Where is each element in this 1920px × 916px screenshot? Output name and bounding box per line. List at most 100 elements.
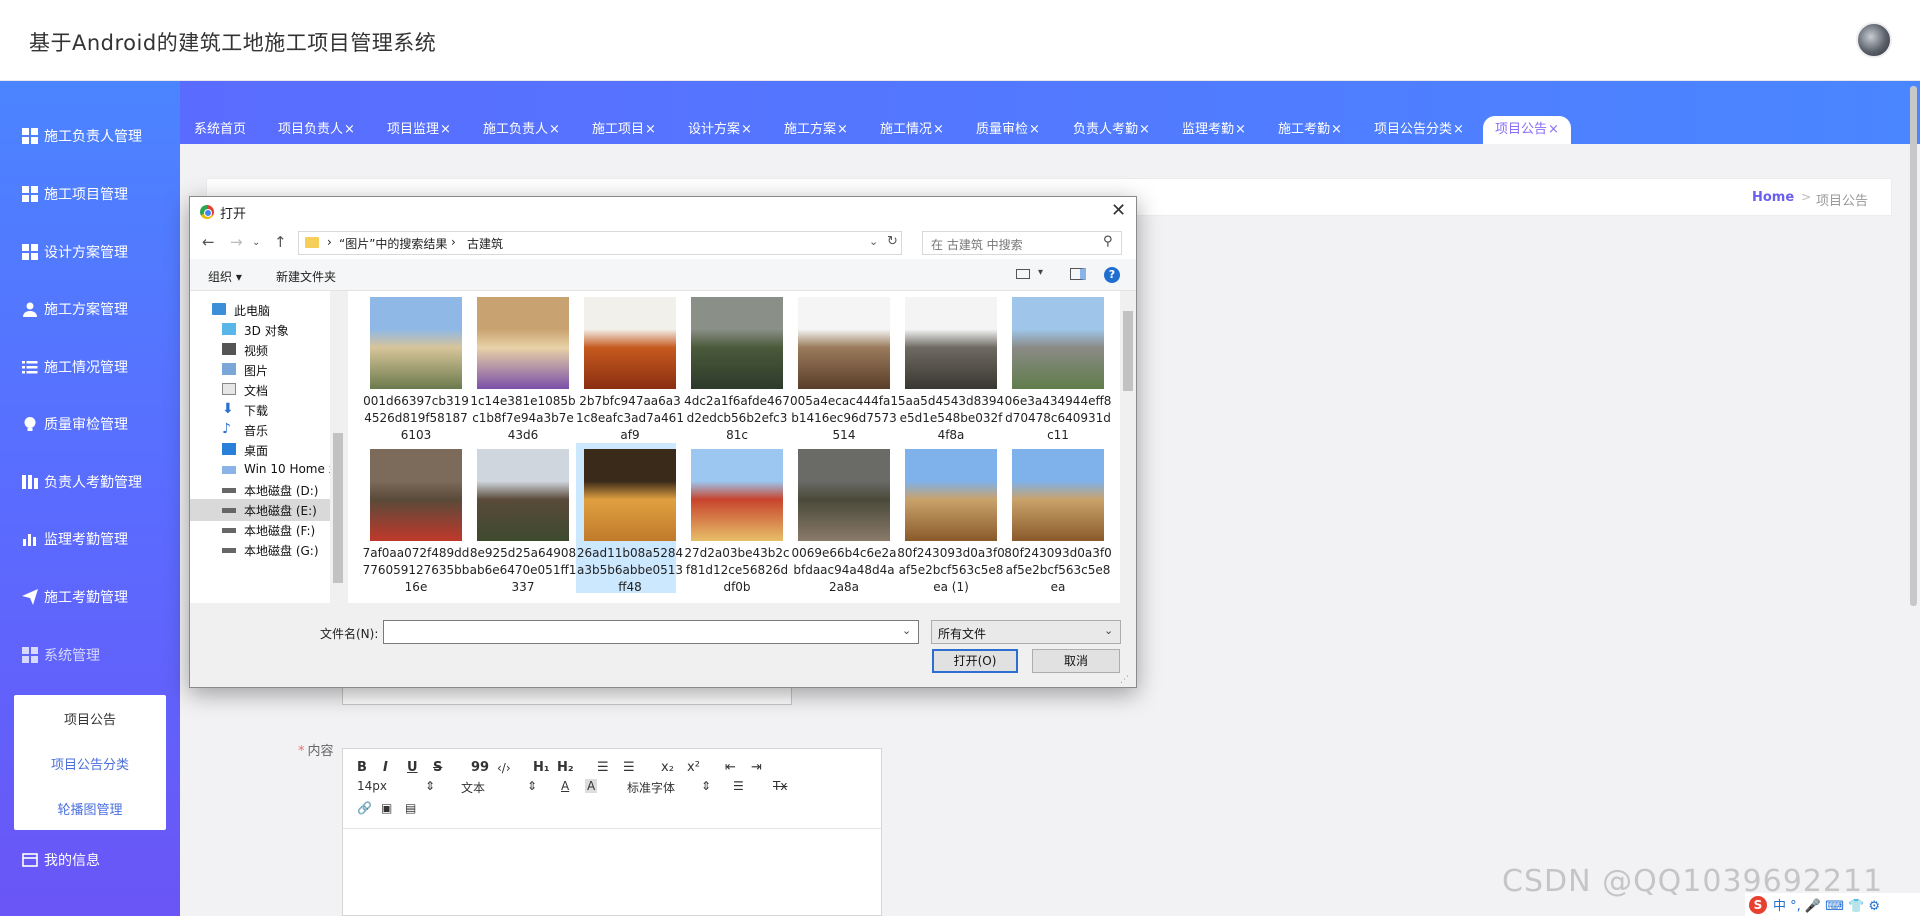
tab-construction-project[interactable]: 施工项目× xyxy=(592,116,656,144)
close-icon[interactable]: × xyxy=(1029,122,1040,137)
tree-item-drive-g[interactable]: 本地磁盘 (G:) xyxy=(190,539,346,561)
strike-button[interactable]: S xyxy=(433,760,442,775)
submenu-item-notice-category[interactable]: 项目公告分类 xyxy=(14,754,166,773)
sidebar-item-my-info[interactable]: 我的信息 xyxy=(22,848,100,872)
close-icon[interactable]: × xyxy=(837,122,848,137)
outdent-button[interactable]: ⇤ xyxy=(725,760,736,775)
file-item[interactable]: 1c14e381e1085bc1b8f7e94a3b7e43d6 xyxy=(469,291,576,442)
italic-button[interactable]: I xyxy=(383,760,388,775)
clear-format-button[interactable]: Tx xyxy=(773,779,787,793)
close-icon[interactable]: × xyxy=(1548,122,1559,137)
sidebar-item-supervisor-attendance[interactable]: 监理考勤管理 xyxy=(22,527,128,551)
tab-quality-inspection[interactable]: 质量审检× xyxy=(976,116,1040,144)
file-item[interactable]: 8e925d25a64908ab6e6470e051ff1337 xyxy=(469,443,576,594)
file-item[interactable]: 4dc2a1f6afde467d2edcb56b2efc381c xyxy=(683,291,790,442)
sidebar-item-construction-plan[interactable]: 施工方案管理 xyxy=(22,297,128,321)
submenu-item-carousel[interactable]: 轮播图管理 xyxy=(14,799,166,818)
tree-item-music[interactable]: ♪ 音乐 xyxy=(190,419,346,441)
scrollbar-thumb[interactable] xyxy=(1123,311,1133,391)
cancel-button[interactable]: 取消 xyxy=(1032,649,1120,673)
submenu-item-project-notice[interactable]: 项目公告 xyxy=(14,709,166,728)
rich-text-editor[interactable]: B I U S 99 ‹/› H₁ H₂ ☰ ☰ x₂ x² ⇤ ⇥ 14px … xyxy=(342,748,882,916)
organize-menu[interactable]: 组织 ▾ xyxy=(208,268,242,285)
sogou-icon[interactable]: S xyxy=(1749,895,1767,914)
preview-pane-icon[interactable] xyxy=(1070,268,1086,280)
tree-item-drive-e[interactable]: 本地磁盘 (E:) xyxy=(190,499,346,521)
resize-grip-icon[interactable]: ⋰ xyxy=(1120,675,1129,685)
tree-item-pictures[interactable]: 图片 xyxy=(190,359,346,381)
close-icon[interactable]: × xyxy=(1139,122,1150,137)
sidebar-item-manager-attendance[interactable]: 负责人考勤管理 xyxy=(22,470,142,494)
tree-scrollbar[interactable] xyxy=(330,291,346,603)
tree-item-drive-f[interactable]: 本地磁盘 (F:) xyxy=(190,519,346,541)
sidebar-item-design-plan[interactable]: 设计方案管理 xyxy=(22,240,128,264)
background-color-icon[interactable]: A xyxy=(585,779,598,793)
ordered-list-button[interactable]: ☰ xyxy=(597,760,609,775)
video-icon[interactable]: ▤ xyxy=(405,801,416,815)
file-item[interactable]: 06e3a434944eff8d70478c640931dc11 xyxy=(1004,291,1111,442)
close-icon[interactable]: × xyxy=(1235,122,1246,137)
search-box[interactable]: 在 古建筑 中搜索 ⚲ xyxy=(922,231,1122,255)
close-icon[interactable]: × xyxy=(645,122,656,137)
file-item[interactable]: 27d2a03be43b2cf81d12ce56826ddf0b xyxy=(683,443,790,594)
tab-home[interactable]: 系统首页 xyxy=(194,116,246,144)
indent-button[interactable]: ⇥ xyxy=(751,760,762,775)
close-icon[interactable]: × xyxy=(344,122,355,137)
tab-construction-attendance[interactable]: 施工考勤× xyxy=(1278,116,1342,144)
sidebar-item-quality-inspection[interactable]: 质量审检管理 xyxy=(22,412,128,436)
file-list-scrollbar[interactable] xyxy=(1120,291,1136,603)
tree-item-videos[interactable]: 视频 xyxy=(190,339,346,361)
tab-project-notice[interactable]: 项目公告× xyxy=(1483,116,1571,144)
close-icon[interactable]: × xyxy=(549,122,560,137)
close-icon[interactable]: × xyxy=(440,122,451,137)
link-icon[interactable]: 🔗 xyxy=(357,801,372,815)
sidebar-item-construction-attendance[interactable]: 施工考勤管理 xyxy=(22,585,128,609)
view-options-icon[interactable] xyxy=(1016,269,1030,279)
open-button[interactable]: 打开(O) xyxy=(932,649,1018,673)
close-icon[interactable]: ✕ xyxy=(1111,200,1126,221)
ime-status[interactable]: 中 °, 🎤 ⌨ 👕 ⚙ xyxy=(1773,895,1880,914)
subscript-button[interactable]: x₂ xyxy=(661,760,674,775)
block-format-select[interactable]: 文本 xyxy=(461,779,485,796)
image-icon[interactable]: ▣ xyxy=(381,801,392,815)
tree-item-drive-d[interactable]: 本地磁盘 (D:) xyxy=(190,479,346,501)
underline-button[interactable]: U xyxy=(407,760,418,775)
tab-project-manager[interactable]: 项目负责人× xyxy=(278,116,355,144)
breadcrumb-home[interactable]: Home xyxy=(1752,190,1794,205)
sidebar-item-construction-project[interactable]: 施工项目管理 xyxy=(22,182,128,206)
back-arrow-icon[interactable]: ← xyxy=(202,233,215,251)
align-icon[interactable]: ☰ xyxy=(733,779,744,793)
file-item[interactable]: 0069e66b4c6e2abfdaac94a48d4a2a8a xyxy=(790,443,897,594)
file-item[interactable]: 5aa5d4543d8394e5d1e548be032f4f8a xyxy=(897,291,1004,442)
tab-notice-category[interactable]: 项目公告分类× xyxy=(1374,116,1464,144)
file-item[interactable]: 7af0aa072f489dd776059127635bb16e xyxy=(362,443,469,594)
chevron-down-icon[interactable]: ⌄ xyxy=(252,237,260,248)
address-segment-search-results[interactable]: “图片”中的搜索结果 xyxy=(339,235,447,252)
font-family-select[interactable]: 标准字体 xyxy=(627,779,675,796)
tab-project-supervisor[interactable]: 项目监理× xyxy=(387,116,451,144)
up-arrow-icon[interactable]: ↑ xyxy=(274,233,287,251)
h1-button[interactable]: H₁ xyxy=(533,760,550,775)
tab-construction-plan[interactable]: 施工方案× xyxy=(784,116,848,144)
avatar[interactable] xyxy=(1856,22,1892,58)
ime-toolbar[interactable]: S 中 °, 🎤 ⌨ 👕 ⚙ xyxy=(1745,893,1920,916)
chevron-down-icon[interactable]: ⌄ xyxy=(902,624,911,637)
refresh-icon[interactable]: ↻ xyxy=(887,234,898,249)
file-item[interactable]: 80f243093d0a3f0af5e2bcf563c5e8ea (1) xyxy=(897,443,1005,594)
file-item[interactable]: 001d66397cb3194526d819f581876103 xyxy=(362,291,469,442)
address-segment-folder[interactable]: 古建筑 xyxy=(467,235,503,252)
tab-construction-status[interactable]: 施工情况× xyxy=(880,116,944,144)
tree-item-this-pc[interactable]: 此电脑 xyxy=(190,299,346,321)
file-item[interactable]: 005a4ecac444fa1b1416ec96d7573514 xyxy=(790,291,898,442)
file-item[interactable]: 2b7bfc947aa6a31c8eafc3ad7a461af9 xyxy=(576,291,684,442)
filename-input[interactable]: ⌄ xyxy=(383,620,919,644)
blockquote-button[interactable]: 99 xyxy=(471,760,489,775)
search-icon[interactable]: ⚲ xyxy=(1103,234,1113,249)
h2-button[interactable]: H₂ xyxy=(557,760,574,775)
font-size-select[interactable]: 14px xyxy=(357,779,387,793)
forward-arrow-icon[interactable]: → xyxy=(230,233,243,251)
tree-item-win10-drive[interactable]: Win 10 Home x xyxy=(190,459,346,481)
bold-button[interactable]: B xyxy=(357,760,367,775)
close-icon[interactable]: × xyxy=(1331,122,1342,137)
search-input[interactable]: 在 古建筑 中搜索 xyxy=(931,236,1023,253)
